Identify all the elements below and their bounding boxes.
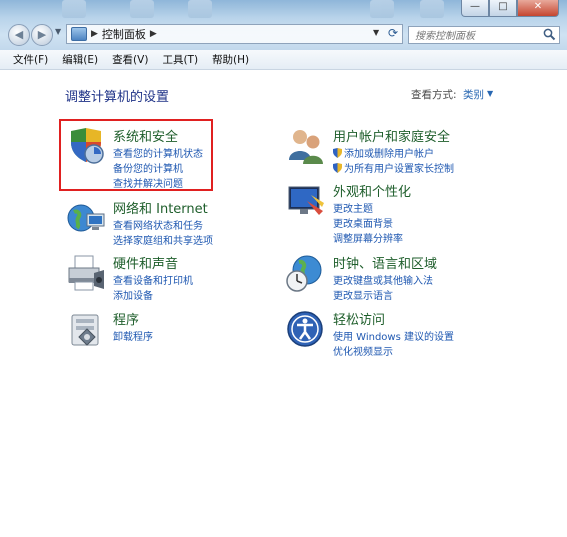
category-user-accounts: 用户帐户和家庭安全 添加或删除用户帐户 为所有用户设置家长控制 <box>285 126 485 175</box>
view-by-dropdown[interactable]: 类别 <box>463 87 484 102</box>
link-adjust-resolution[interactable]: 调整屏幕分辨率 <box>333 230 403 245</box>
category-title[interactable]: 硬件和声音 <box>113 253 178 272</box>
forward-button[interactable]: ▶ <box>31 24 53 46</box>
menu-file[interactable]: 文件(F) <box>0 52 55 67</box>
window-controls: — □ ✕ <box>461 0 559 17</box>
back-button[interactable]: ◀ <box>8 24 30 46</box>
view-by-chevron-icon[interactable]: ▼ <box>487 89 493 98</box>
category-network-internet: 网络和 Internet 查看网络状态和任务 选择家庭组和共享选项 <box>65 198 235 247</box>
link-optimize-video-display[interactable]: 优化视频显示 <box>333 343 393 358</box>
link-change-desktop-background[interactable]: 更改桌面背景 <box>333 215 393 230</box>
minimize-button[interactable]: — <box>461 0 489 17</box>
users-icon[interactable] <box>285 126 327 168</box>
menu-tools[interactable]: 工具(T) <box>155 52 205 67</box>
link-change-display-language[interactable]: 更改显示语言 <box>333 287 393 302</box>
category-title[interactable]: 轻松访问 <box>333 309 385 328</box>
link-devices-printers[interactable]: 查看设备和打印机 <box>113 272 193 287</box>
link-uninstall-program[interactable]: 卸载程序 <box>113 328 153 343</box>
control-panel-icon <box>71 27 87 41</box>
menu-edit[interactable]: 编辑(E) <box>55 52 105 67</box>
category-title[interactable]: 网络和 Internet <box>113 198 208 217</box>
breadcrumb-trailing-separator[interactable]: ▶ <box>150 29 157 39</box>
control-panel-content: 调整计算机的设置 查看方式: 类别 ▼ 系统和安全 查看您的计算机状态 备份您的… <box>0 70 567 537</box>
link-change-theme[interactable]: 更改主题 <box>333 200 373 215</box>
search-input[interactable] <box>413 27 543 45</box>
uac-shield-icon <box>333 163 342 173</box>
menu-bar: 文件(F) 编辑(E) 查看(V) 工具(T) 帮助(H) <box>0 50 567 70</box>
close-button[interactable]: ✕ <box>517 0 559 17</box>
globe-network-icon[interactable] <box>65 198 107 240</box>
category-appearance: 外观和个性化 更改主题 更改桌面背景 调整屏幕分辨率 <box>285 181 485 245</box>
link-parental-controls[interactable]: 为所有用户设置家长控制 <box>333 160 454 175</box>
category-title[interactable]: 程序 <box>113 309 139 328</box>
page-title: 调整计算机的设置 <box>65 90 170 105</box>
link-add-remove-users[interactable]: 添加或删除用户帐户 <box>333 145 434 160</box>
category-ease-of-access: 轻松访问 使用 Windows 建议的设置 优化视频显示 <box>285 309 485 358</box>
monitor-paint-icon[interactable] <box>285 181 327 223</box>
refresh-icon[interactable]: ⟳ <box>388 26 398 40</box>
link-homegroup-sharing[interactable]: 选择家庭组和共享选项 <box>113 232 213 247</box>
link-add-device[interactable]: 添加设备 <box>113 287 153 302</box>
address-dropdown-icon[interactable]: ▼ <box>373 28 379 37</box>
category-title[interactable]: 时钟、语言和区域 <box>333 253 437 272</box>
clock-globe-icon[interactable] <box>285 253 327 295</box>
highlight-box <box>59 119 213 191</box>
link-change-keyboard-input[interactable]: 更改键盘或其他输入法 <box>333 272 433 287</box>
category-title[interactable]: 外观和个性化 <box>333 181 411 200</box>
recent-pages-dropdown-icon[interactable]: ▼ <box>55 27 61 36</box>
category-clock-language-region: 时钟、语言和区域 更改键盘或其他输入法 更改显示语言 <box>285 253 485 302</box>
view-by-label: 查看方式: <box>411 89 457 101</box>
ease-of-access-icon[interactable] <box>285 309 327 351</box>
programs-icon[interactable] <box>65 309 107 351</box>
breadcrumb-separator[interactable]: ▶ <box>91 29 98 39</box>
category-hardware-sound: 硬件和声音 查看设备和打印机 添加设备 <box>65 253 235 302</box>
link-use-recommended-settings[interactable]: 使用 Windows 建议的设置 <box>333 328 454 343</box>
menu-view[interactable]: 查看(V) <box>105 52 155 67</box>
category-programs: 程序 卸载程序 <box>65 309 235 353</box>
window-title-bar: — □ ✕ ◀ ▶ ▼ ▶ 控制面板 ▶ ▼ ⟳ <box>0 0 567 50</box>
search-box[interactable] <box>408 26 560 45</box>
category-title[interactable]: 用户帐户和家庭安全 <box>333 126 450 145</box>
uac-shield-icon <box>333 148 342 158</box>
maximize-button[interactable]: □ <box>489 0 517 17</box>
address-bar[interactable]: ▶ 控制面板 ▶ <box>66 24 403 44</box>
printer-icon[interactable] <box>65 253 107 295</box>
link-network-status[interactable]: 查看网络状态和任务 <box>113 217 203 232</box>
search-icon[interactable] <box>543 28 556 41</box>
menu-help[interactable]: 帮助(H) <box>205 52 256 67</box>
breadcrumb-control-panel[interactable]: 控制面板 <box>102 26 146 42</box>
